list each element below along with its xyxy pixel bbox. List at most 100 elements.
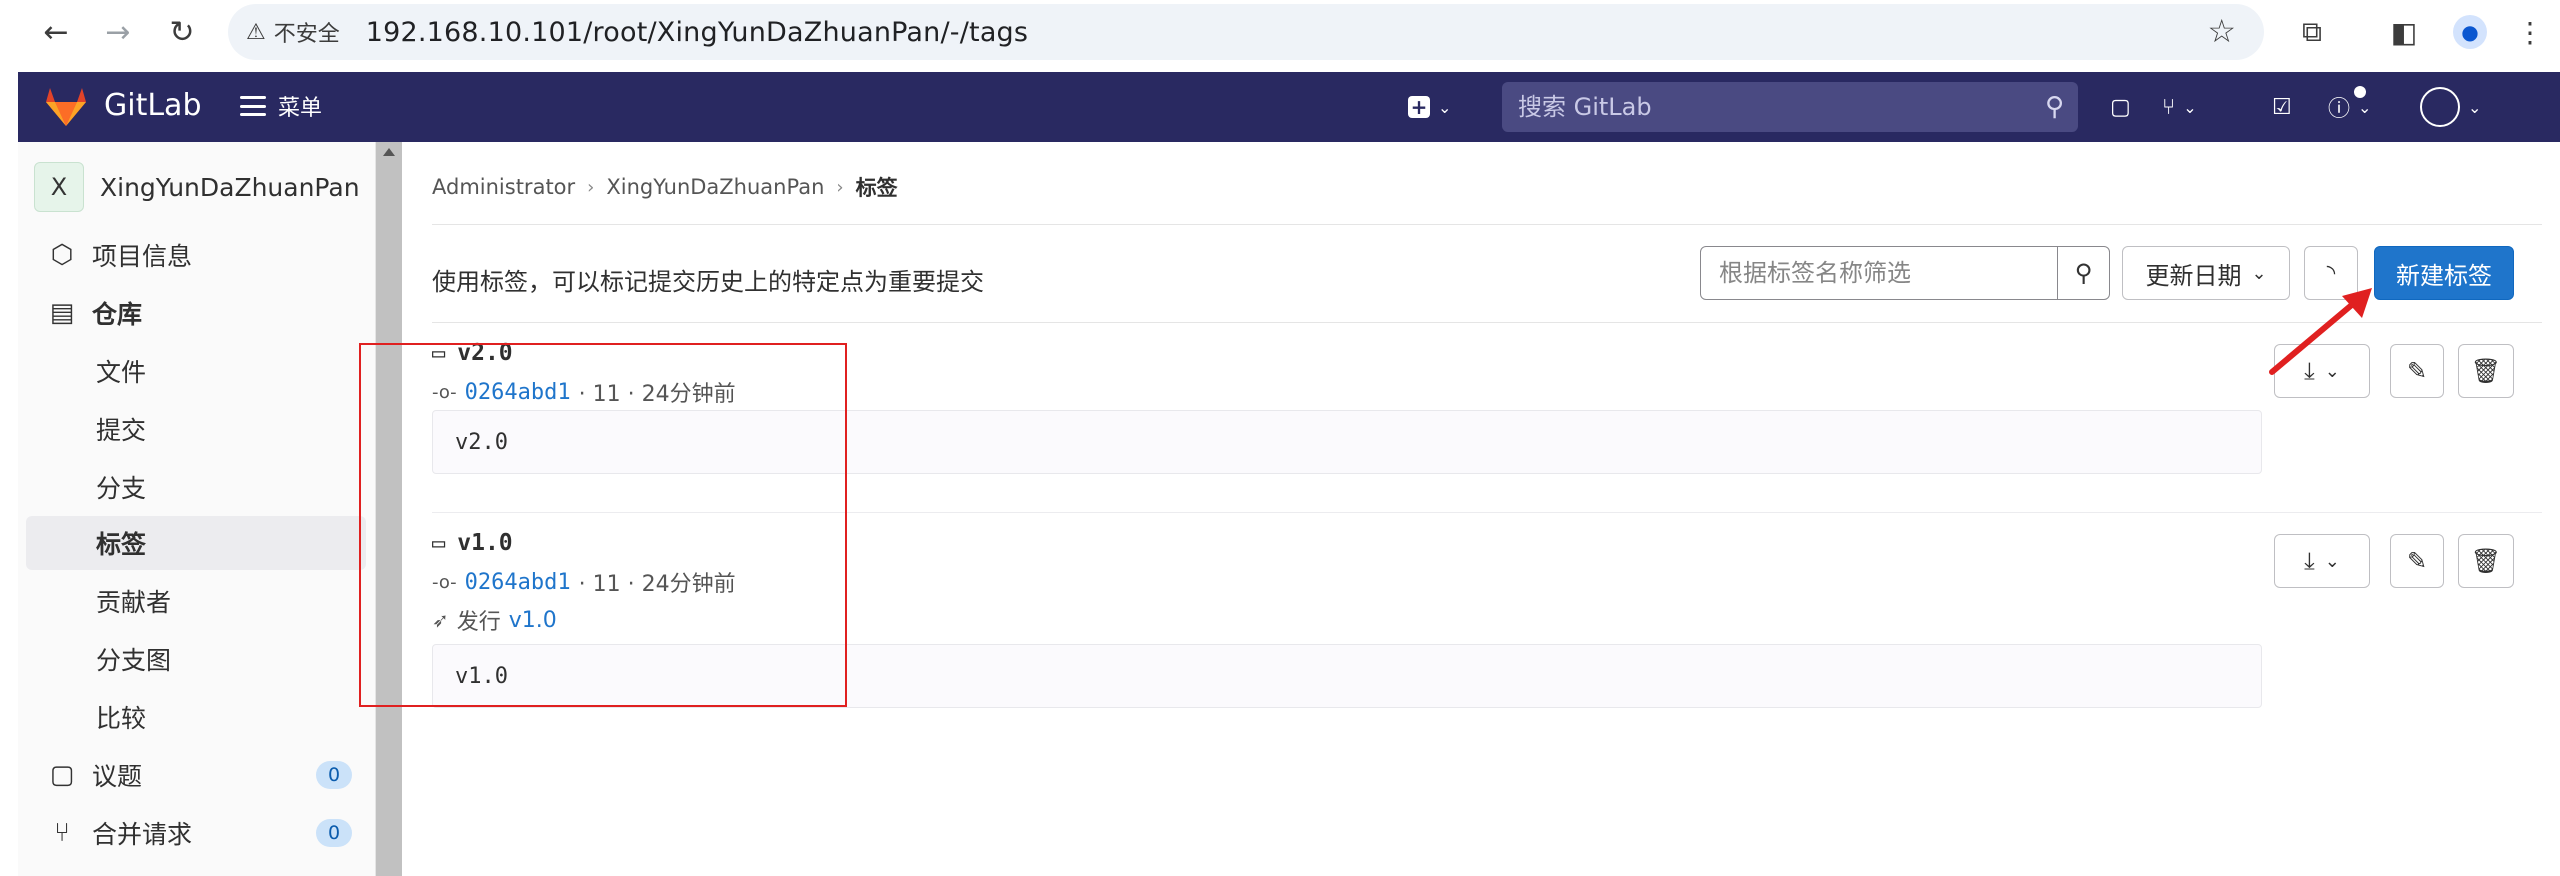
search-button[interactable]: ⚲ xyxy=(2057,247,2109,299)
profile-button[interactable]: ● xyxy=(2450,12,2490,52)
sidebar-item-label: 合并请求 xyxy=(92,820,193,849)
browser-chrome: ← → ↻ ⚠ 不安全 192.168.10.101/root/XingYunD… xyxy=(0,0,2560,72)
sidebar-item-label: 仓库 xyxy=(92,300,143,329)
profile-avatar-icon: ● xyxy=(2453,15,2487,49)
new-tag-button[interactable]: 新建标签 xyxy=(2374,246,2514,300)
chevron-down-icon: ⌄ xyxy=(2358,97,2372,117)
gitlab-header: GitLab 菜单 + ⌄ ⚲ ▢ ⑂ ⌄ ☑ ⓘ ⌄ ⌄ xyxy=(18,72,2560,142)
sidebar-item-merge-requests[interactable]: ⑂ 合并请求 0 xyxy=(26,806,366,860)
sidebar-item-label: 分支图 xyxy=(96,646,172,675)
sidebar-item-tags[interactable]: 标签 xyxy=(26,516,366,570)
sidebar-item-contributors[interactable]: 贡献者 xyxy=(26,574,366,628)
tag-filter[interactable]: ⚲ xyxy=(1700,246,2110,300)
trash-icon: 🗑 xyxy=(2470,357,2502,385)
pencil-icon: ✎ xyxy=(2406,547,2428,575)
address-bar[interactable]: ⚠ 不安全 192.168.10.101/root/XingYunDaZhuan… xyxy=(228,4,2264,60)
sidebar-item-label: 比较 xyxy=(96,704,147,733)
issues-icon: ▢ xyxy=(2110,94,2131,120)
project-sidebar: X XingYunDaZhuanPan ⬡ 项目信息 ▤ 仓库 文件 提交 分支… xyxy=(18,142,376,876)
sidebar-item-label: 标签 xyxy=(96,530,147,559)
menu-label: 菜单 xyxy=(278,96,323,121)
tag-filter-input[interactable] xyxy=(1701,247,2057,299)
search-input[interactable] xyxy=(1518,93,1998,121)
breadcrumb-item-project[interactable]: XingYunDaZhuanPan xyxy=(606,175,824,199)
gitlab-logo-icon[interactable] xyxy=(44,86,88,128)
side-panel-icon[interactable]: ◧ xyxy=(2384,12,2424,52)
sidebar-item-label: 提交 xyxy=(96,416,147,445)
scroll-up-arrow-icon[interactable] xyxy=(383,148,395,156)
avatar xyxy=(2420,87,2460,127)
sidebar-item-compare[interactable]: 比较 xyxy=(26,690,366,744)
page-description: 使用标签，可以标记提交历史上的特定点为重要提交 xyxy=(432,268,984,296)
sidebar-item-label: 议题 xyxy=(92,762,143,791)
sidebar-item-files[interactable]: 文件 xyxy=(26,344,366,398)
chevron-down-icon: ⌄ xyxy=(2468,97,2482,117)
url-text[interactable]: 192.168.10.101/root/XingYunDaZhuanPan/-/… xyxy=(366,17,1028,48)
bookmark-star-icon[interactable]: ☆ xyxy=(2207,12,2236,50)
security-indicator[interactable]: ⚠ 不安全 xyxy=(246,16,340,48)
annotation-highlight-box xyxy=(359,343,847,707)
chevron-right-icon: › xyxy=(587,176,595,198)
trash-icon: 🗑 xyxy=(2470,547,2502,575)
notification-dot xyxy=(2354,86,2366,98)
sidebar-item-commits[interactable]: 提交 xyxy=(26,402,366,456)
document-icon: ▤ xyxy=(49,298,75,328)
sidebar-item-label: 项目信息 xyxy=(92,242,193,271)
project-name: XingYunDaZhuanPan xyxy=(100,172,360,202)
divider xyxy=(432,224,2542,225)
merge-requests-shortcut-button[interactable]: ⑂ ⌄ xyxy=(2162,88,2197,126)
chevron-down-icon: ⌄ xyxy=(1438,97,1452,117)
issues-shortcut-button[interactable]: ▢ xyxy=(2110,88,2131,126)
delete-button[interactable]: 🗑 xyxy=(2458,534,2514,588)
gitlab-brand[interactable]: GitLab xyxy=(104,88,202,123)
breadcrumb-item-current: 标签 xyxy=(855,176,898,200)
chevron-right-icon: › xyxy=(836,176,844,198)
sidebar-item-project-info[interactable]: ⬡ 项目信息 xyxy=(26,228,366,282)
search-box[interactable]: ⚲ xyxy=(1502,82,2078,132)
project-avatar: X xyxy=(34,162,84,212)
user-menu-button[interactable]: ⌄ xyxy=(2420,87,2482,127)
breadcrumb: Administrator › XingYunDaZhuanPan › 标签 xyxy=(432,172,898,202)
hamburger-icon xyxy=(240,96,266,116)
breadcrumb-item-admin[interactable]: Administrator xyxy=(432,175,575,199)
sidebar-item-branches[interactable]: 分支 xyxy=(26,460,366,514)
search-icon[interactable]: ⚲ xyxy=(2045,92,2064,122)
sidebar-item-label: 贡献者 xyxy=(96,588,172,617)
merge-requests-count-badge: 0 xyxy=(316,819,352,847)
plus-square-icon: + xyxy=(1408,95,1430,119)
edit-button[interactable]: ✎ xyxy=(2390,534,2444,588)
help-icon: ⓘ xyxy=(2328,97,2351,122)
merge-request-icon: ⑂ xyxy=(54,818,70,848)
merge-request-icon: ⑂ xyxy=(2162,94,2176,120)
new-tag-label: 新建标签 xyxy=(2396,261,2492,290)
sidebar-item-repository[interactable]: ▤ 仓库 xyxy=(26,286,366,340)
sidebar-project-header[interactable]: X XingYunDaZhuanPan xyxy=(34,162,360,212)
info-icon: ⬡ xyxy=(50,240,74,270)
sidebar-item-graph[interactable]: 分支图 xyxy=(26,632,366,686)
browser-menu-icon[interactable]: ⋮ xyxy=(2510,12,2550,52)
sidebar-item-label: 文件 xyxy=(96,358,147,387)
annotation-arrow-icon xyxy=(2269,288,2372,375)
delete-button[interactable]: 🗑 xyxy=(2458,344,2514,398)
issues-icon: ▢ xyxy=(49,760,75,790)
chevron-down-icon: ⌄ xyxy=(2183,97,2197,117)
pencil-icon: ✎ xyxy=(2406,357,2428,385)
download-icon: ⤓ xyxy=(2304,547,2315,575)
security-label: 不安全 xyxy=(273,22,340,47)
menu-button[interactable]: 菜单 xyxy=(240,90,322,122)
extensions-icon[interactable]: ⧉ xyxy=(2292,12,2332,52)
warning-icon: ⚠ xyxy=(246,19,266,45)
sidebar-item-label: 分支 xyxy=(96,474,147,503)
forward-arrow-icon[interactable]: → xyxy=(98,12,138,52)
download-dropdown[interactable]: ⤓ ⌄ xyxy=(2274,534,2370,588)
todo-check-icon: ☑ xyxy=(2272,94,2292,120)
edit-button[interactable]: ✎ xyxy=(2390,344,2444,398)
issues-count-badge: 0 xyxy=(316,761,352,789)
sidebar-item-issues[interactable]: ▢ 议题 0 xyxy=(26,748,366,802)
create-new-button[interactable]: + ⌄ xyxy=(1408,88,1451,126)
chevron-down-icon: ⌄ xyxy=(2324,550,2340,572)
todos-button[interactable]: ☑ xyxy=(2272,88,2292,126)
back-arrow-icon[interactable]: ← xyxy=(36,12,76,52)
reload-icon[interactable]: ↻ xyxy=(162,12,202,52)
search-icon: ⚲ xyxy=(2074,259,2093,287)
